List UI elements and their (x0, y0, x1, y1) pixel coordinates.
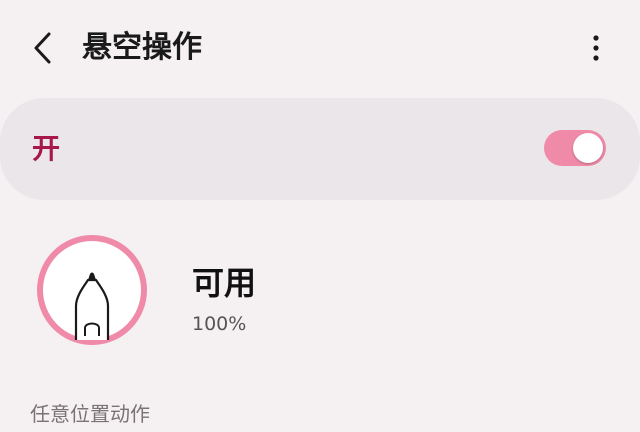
pen-status-label: 可用 (192, 264, 257, 302)
s-pen-battery-ring-icon (37, 235, 147, 345)
chevron-left-icon (34, 32, 51, 64)
master-toggle[interactable] (544, 130, 606, 166)
toggle-knob (573, 133, 603, 163)
pen-battery-level: 100% (192, 313, 247, 335)
more-vertical-icon (593, 35, 599, 61)
more-options-button[interactable] (578, 26, 614, 70)
section-header: 任意位置动作 (30, 402, 150, 426)
page-title: 悬空操作 (82, 30, 202, 65)
air-actions-screen: 悬空操作 开 可用 100% 任意位置动作 (0, 0, 640, 432)
master-switch-label: 开 (32, 132, 61, 165)
app-bar: 悬空操作 (0, 0, 640, 96)
back-button[interactable] (22, 26, 62, 70)
